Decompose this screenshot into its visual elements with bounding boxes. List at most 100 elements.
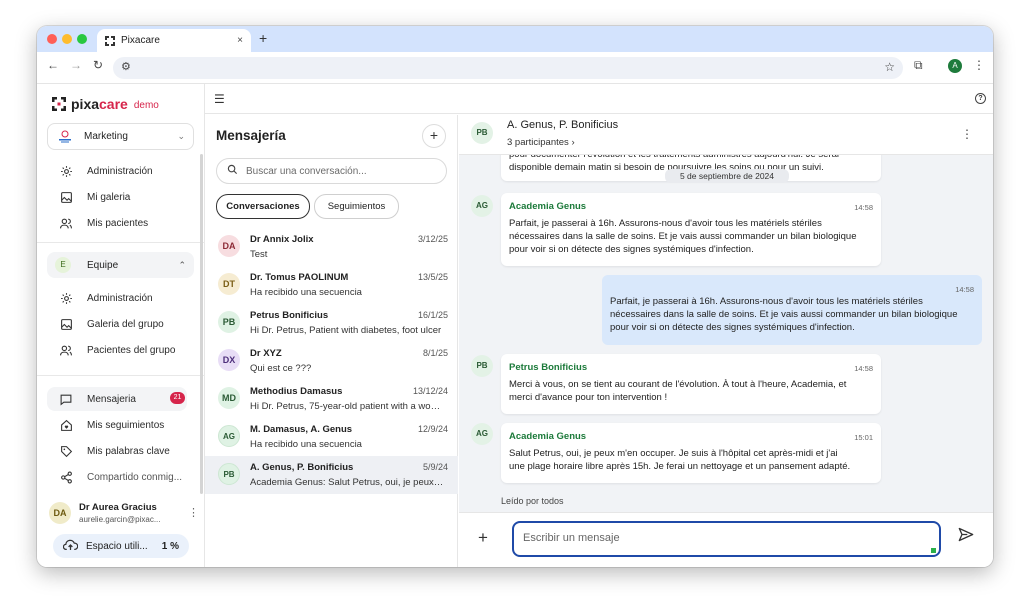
conversation-preview: Test	[250, 249, 268, 260]
new-tab-icon[interactable]: +	[259, 30, 267, 46]
message-time: 14:58	[854, 364, 873, 373]
tab-conversations[interactable]: Conversaciones	[216, 194, 310, 219]
conversation-avatar: PB	[218, 463, 240, 485]
send-icon[interactable]	[958, 527, 974, 546]
sidebar-item-label: Pacientes del grupo	[87, 344, 176, 356]
app-logo[interactable]: pixacare demo	[52, 96, 159, 112]
conversation-date: 16/1/25	[417, 310, 448, 320]
conversation-item[interactable]: DA Dr Annix Jolix 3/12/25 Test	[205, 228, 458, 266]
reload-icon[interactable]: ↻	[93, 58, 103, 72]
organization-name: Marketing	[84, 131, 128, 142]
message-sender: Petrus Bonificius	[509, 362, 588, 373]
user-name: Dr Aurea Gracius	[79, 502, 157, 513]
message-sender: Academia Genus	[509, 431, 587, 442]
hospital-logo-icon	[59, 130, 71, 142]
conversation-avatar: DA	[218, 235, 240, 257]
sidebar-item-my-patients[interactable]: Mis pacientes	[59, 214, 148, 232]
sidebar-item-shared-with-me[interactable]: Compartido conmig...	[59, 468, 182, 486]
participants-link[interactable]: 3 participantes ›	[507, 137, 575, 148]
chevron-up-icon: ⌃	[178, 259, 186, 270]
conversation-preview: Hi Dr. Petrus, Patient with diabetes, fo…	[250, 325, 442, 336]
sidebar-item-group-gallery[interactable]: Galeria del grupo	[59, 315, 164, 333]
profile-avatar[interactable]: A	[948, 59, 962, 73]
sidebar-item-my-gallery[interactable]: Mi galeria	[59, 188, 130, 206]
conversation-item[interactable]: MD Methodius Damasus 13/12/24 Hi Dr. Petrus…	[205, 380, 458, 418]
search-icon	[227, 164, 238, 178]
back-arrow-icon[interactable]: ←	[47, 58, 59, 72]
tab-close-icon[interactable]: ×	[237, 35, 243, 46]
help-icon[interactable]: ?	[975, 93, 986, 104]
conversation-avatar: PB	[218, 311, 240, 333]
app-top-bar: ☰ ?	[205, 84, 993, 114]
message-list: pour documenter l'évolution et les trait…	[459, 155, 993, 512]
sidebar-scrollbar[interactable]	[200, 154, 203, 494]
sidebar-item-label: Administración	[87, 292, 153, 304]
chat-avatar: PB	[471, 122, 493, 144]
sidebar-item-label: Mis pacientes	[87, 217, 149, 229]
chevron-right-icon: ›	[571, 137, 575, 148]
conversation-preview: Hi Dr. Petrus, 75-year-old patient with …	[250, 401, 445, 412]
sidebar-item-label: Galeria del grupo	[87, 318, 164, 330]
tab-title: Pixacare	[121, 35, 160, 46]
conversation-name: M. Damasus, A. Genus	[250, 424, 353, 435]
message-bubble: Petrus Bonificius 14:58 Merci à vous, on…	[501, 354, 881, 414]
bookmark-star-icon[interactable]: ☆	[884, 60, 895, 74]
message-avatar: PB	[471, 355, 493, 377]
tab-followups[interactable]: Seguimientos	[314, 194, 399, 219]
sidebar-item-group-patients[interactable]: Pacientes del grupo	[59, 341, 175, 359]
conversation-item[interactable]: PB Petrus Bonificius 16/1/25 Hi Dr. Petrus,…	[205, 304, 458, 342]
conversation-name: A. Genus, P. Bonificius	[250, 462, 354, 473]
storage-usage[interactable]: Espacio utili... 1 %	[53, 534, 189, 558]
message-bubble: Academia Genus 14:58 Parfait, je passera…	[501, 193, 881, 266]
sidebar-item-my-followups[interactable]: Mis seguimientos	[59, 416, 164, 434]
browser-tab[interactable]: Pixacare ×	[97, 29, 251, 52]
message-text: Merci à vous, on se tient au courant de …	[509, 379, 847, 403]
conversation-date: 5/9/24	[422, 462, 448, 472]
search-placeholder: Buscar una conversación...	[246, 165, 367, 177]
resize-handle[interactable]	[931, 548, 936, 553]
chat-panel: PB A. Genus, P. Bonificius 3 participant…	[459, 115, 993, 567]
chat-title: A. Genus, P. Bonificius	[507, 119, 619, 131]
address-bar[interactable]: ⚙ ☆	[113, 57, 903, 79]
sidebar-item-administration[interactable]: Administración	[59, 162, 153, 180]
sidebar-item-label: Mi galeria	[87, 191, 131, 203]
sidebar-item-group-administration[interactable]: Administración	[59, 289, 153, 307]
user-more-icon[interactable]: ⋮	[188, 506, 199, 519]
brand-suffix: care	[99, 96, 128, 112]
forward-arrow-icon[interactable]: →	[70, 58, 82, 72]
conversations-panel: Mensajería + Buscar una conversación... …	[205, 115, 458, 567]
sidebar-item-messaging[interactable]: Mensajeria	[59, 390, 136, 408]
close-window-icon[interactable]	[47, 34, 57, 44]
conversation-item[interactable]: AG M. Damasus, A. Genus 12/9/24 Ha recibido…	[205, 418, 458, 456]
chevron-down-icon: ⌄	[177, 131, 185, 141]
maximize-window-icon[interactable]	[77, 34, 87, 44]
user-profile[interactable]: DA Dr Aurea Gracius aurelie.garcin@pixac…	[49, 498, 199, 528]
new-conversation-button[interactable]: +	[422, 124, 446, 148]
conversation-search-input[interactable]: Buscar una conversación...	[216, 158, 447, 184]
conversation-item[interactable]: PB A. Genus, P. Bonificius 5/9/24 Academia …	[205, 456, 458, 494]
browser-menu-icon[interactable]: ⋮	[973, 58, 985, 72]
message-time: 15:01	[854, 433, 873, 442]
sidebar: pixacare demo Marketing ⌄ Administración	[37, 84, 205, 567]
chat-more-icon[interactable]: ⋮	[961, 127, 973, 141]
conversation-date: 8/1/25	[422, 348, 448, 358]
site-settings-icon[interactable]: ⚙	[121, 60, 131, 73]
conversation-item[interactable]: DT Dr. Tomus PAOLINUM 13/5/25 Ha recibido u…	[205, 266, 458, 304]
message-input[interactable]: Escribir un mensaje	[512, 521, 941, 557]
message-input-placeholder: Escribir un mensaje	[523, 532, 620, 544]
attach-plus-icon[interactable]: +	[478, 528, 488, 548]
organization-selector[interactable]: Marketing ⌄	[47, 123, 194, 150]
group-selector[interactable]: E Equipe ⌃	[47, 252, 194, 278]
participants-label: 3 participantes	[507, 137, 569, 148]
menu-icon[interactable]: ☰	[214, 92, 225, 106]
sidebar-item-my-keywords[interactable]: Mis palabras clave	[59, 442, 170, 460]
extensions-icon[interactable]: ⧉	[914, 58, 923, 73]
conversation-item[interactable]: DX Dr XYZ 8/1/25 Qui est ce ???	[205, 342, 458, 380]
sidebar-item-label: Compartido conmig...	[87, 471, 183, 483]
people-icon	[59, 343, 73, 357]
conversation-name: Dr. Tomus PAOLINUM	[250, 272, 349, 283]
conversation-preview: Ha recibido una secuencia	[250, 439, 362, 450]
organization-logo	[56, 130, 74, 144]
minimize-window-icon[interactable]	[62, 34, 72, 44]
conversation-avatar: DX	[218, 349, 240, 371]
